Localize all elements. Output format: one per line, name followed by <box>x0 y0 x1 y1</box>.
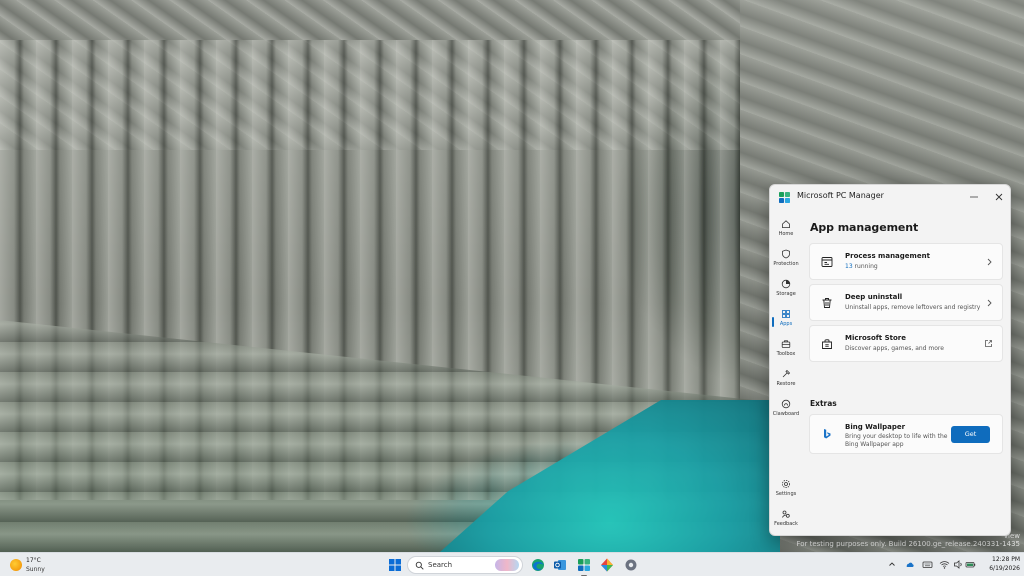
settings-icon[interactable] <box>622 556 640 574</box>
cloud-sync-icon[interactable] <box>904 559 915 570</box>
nav-active-indicator <box>772 317 774 327</box>
nav-label-settings: Settings <box>775 491 797 497</box>
bing-icon <box>824 429 831 439</box>
wifi-icon[interactable] <box>939 559 950 570</box>
minimize-icon <box>970 196 978 198</box>
nav-label-protection: Protection <box>773 261 799 267</box>
volume-icon[interactable] <box>953 559 964 570</box>
close-icon <box>995 193 1003 201</box>
search-icon <box>415 561 424 570</box>
side-navigation: Home Protection Storage Apps Toolbox Res… <box>770 213 802 533</box>
nav-item-restore[interactable]: Restore <box>770 367 802 395</box>
card-title: Microsoft Store <box>845 334 906 342</box>
storage-icon <box>781 279 791 289</box>
home-icon <box>782 220 790 228</box>
keyboard-icon[interactable] <box>922 559 933 570</box>
clock-date: 6/19/2026 <box>989 565 1020 572</box>
minimize-button[interactable] <box>966 189 982 205</box>
pc-manager-logo-icon <box>779 192 790 203</box>
nav-item-storage[interactable]: Storage <box>770 277 802 305</box>
shield-icon <box>782 249 790 259</box>
extras-heading: Extras <box>810 399 837 408</box>
nav-label-toolbox: Toolbox <box>776 351 796 357</box>
edge-icon[interactable] <box>529 556 547 574</box>
toolbox-icon <box>781 340 791 348</box>
nav-label-apps: Apps <box>779 321 793 327</box>
clipboard-icon <box>781 399 791 409</box>
sun-icon <box>10 559 22 571</box>
card-subtitle: 13 running <box>845 263 878 270</box>
pc-manager-icon <box>578 559 590 571</box>
search-placeholder: Search <box>428 561 453 569</box>
store-icon <box>822 339 832 349</box>
card-title: Bing Wallpaper <box>845 423 906 431</box>
card-subtitle-line1: Bring your desktop to life with the <box>845 433 948 440</box>
weather-condition: Sunny <box>26 566 45 573</box>
nav-label-storage: Storage <box>776 291 796 297</box>
get-bing-wallpaper-button[interactable]: Get <box>951 426 990 443</box>
gear-icon <box>782 480 790 488</box>
pc-manager-taskbar-button[interactable] <box>575 556 593 576</box>
taskbar: 17°C Sunny Search 12:28 PM 6/19/2026 <box>0 552 1024 576</box>
apps-icon <box>782 310 790 318</box>
photos-icon[interactable] <box>598 556 616 574</box>
weather-widget[interactable]: 17°C Sunny <box>10 556 70 574</box>
card-subtitle-line2: Bing Wallpaper app <box>845 441 904 448</box>
close-button[interactable] <box>991 189 1007 205</box>
page-title: App management <box>810 221 919 234</box>
search-highlight-art <box>495 559 519 571</box>
nav-label-feedback: Feedback <box>774 521 798 527</box>
bing-wallpaper-card: Bing Wallpaper Bring your desktop to lif… <box>809 414 1003 454</box>
main-content: App management Process management 13 run… <box>809 211 1005 531</box>
card-subtitle: Discover apps, games, and more <box>845 345 944 352</box>
battery-icon[interactable] <box>965 559 976 570</box>
running-count: 13 <box>845 263 853 270</box>
nav-label-home: Home <box>778 231 794 237</box>
nav-item-feedback[interactable]: Feedback <box>770 507 802 535</box>
trash-icon <box>822 298 832 308</box>
nav-item-protection[interactable]: Protection <box>770 247 802 275</box>
card-subtitle: Uninstall apps, remove leftovers and reg… <box>845 304 981 311</box>
pc-manager-window: Microsoft PC Manager Home Protection Sto… <box>769 184 1011 536</box>
chevron-right-icon <box>987 299 992 307</box>
weather-temperature: 17°C <box>26 557 41 564</box>
nav-label-clawboard: Clawboard <box>772 411 800 417</box>
card-title: Deep uninstall <box>845 293 903 301</box>
nav-item-settings[interactable]: Settings <box>770 477 802 505</box>
title-bar[interactable]: Microsoft PC Manager <box>770 185 1010 209</box>
deep-uninstall-card[interactable]: Deep uninstall Uninstall apps, remove le… <box>809 284 1003 321</box>
window-title: Microsoft PC Manager <box>797 191 884 200</box>
taskbar-search-box[interactable]: Search <box>407 556 523 574</box>
nav-item-toolbox[interactable]: Toolbox <box>770 337 802 365</box>
chevron-right-icon <box>987 258 992 266</box>
start-icon[interactable] <box>386 556 404 574</box>
process-icon <box>821 257 833 267</box>
process-management-card[interactable]: Process management 13 running <box>809 243 1003 280</box>
evaluation-watermark: For testing purposes only. Build 26100.g… <box>796 540 1020 548</box>
external-link-icon <box>985 340 992 347</box>
restore-icon <box>782 369 791 378</box>
feedback-icon <box>782 510 790 518</box>
clock-time: 12:28 PM <box>992 556 1020 563</box>
running-label: running <box>852 263 878 270</box>
microsoft-store-card[interactable]: Microsoft Store Discover apps, games, an… <box>809 325 1003 362</box>
nav-item-clawboard[interactable]: Clawboard <box>770 397 802 425</box>
nav-label-restore: Restore <box>776 381 796 387</box>
nav-item-apps[interactable]: Apps <box>770 307 802 335</box>
outlook-icon[interactable] <box>551 556 569 574</box>
system-clock[interactable]: 12:28 PM 6/19/2026 <box>980 555 1020 573</box>
card-title: Process management <box>845 252 930 260</box>
nav-item-home[interactable]: Home <box>770 217 802 245</box>
chevron-up-icon[interactable] <box>888 560 896 568</box>
